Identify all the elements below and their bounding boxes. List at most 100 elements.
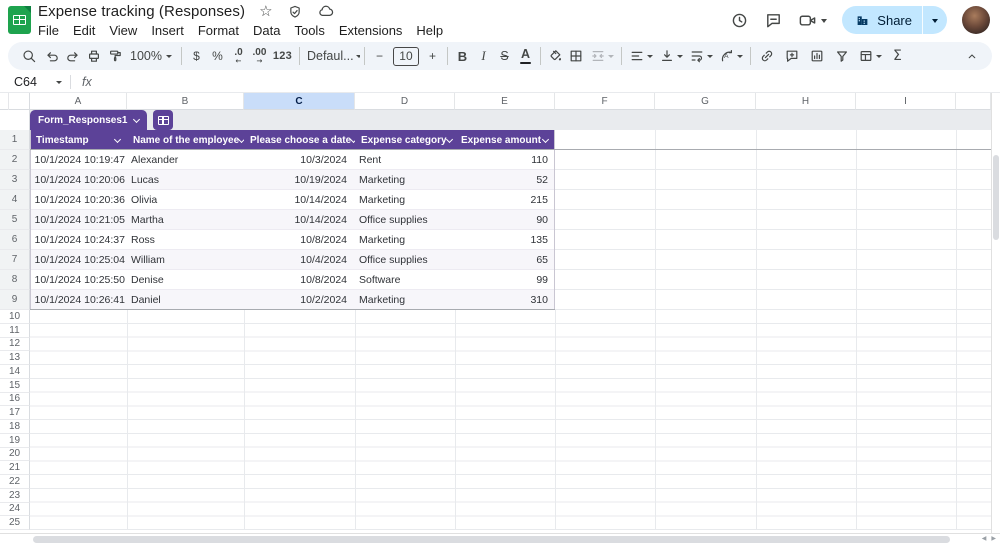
cell-name[interactable]: Denise [127, 270, 244, 289]
cell-timestamp[interactable]: 10/1/2024 10:25:50 [30, 270, 127, 289]
column-dropdown-icon[interactable] [541, 135, 550, 143]
number-format-button[interactable]: 123 [270, 44, 295, 68]
cloud-status-icon[interactable] [317, 3, 334, 20]
row-header-8[interactable]: 8 [0, 270, 30, 290]
cell-name[interactable]: Martha [127, 210, 244, 229]
share-dropdown[interactable] [923, 6, 947, 34]
menu-extensions[interactable]: Extensions [332, 23, 410, 38]
column-header-I[interactable]: I [856, 93, 956, 110]
column-header-E[interactable]: E [455, 93, 555, 110]
increase-decimal-button[interactable]: .00 → [249, 44, 270, 68]
merge-cells-icon[interactable] [587, 44, 617, 68]
cell-amount[interactable]: 110 [455, 150, 555, 169]
cell-date[interactable]: 10/14/2024 [244, 210, 355, 229]
insert-chart-icon[interactable] [805, 44, 830, 68]
increase-font-size-button[interactable]: + [422, 44, 443, 68]
cell-amount[interactable]: 135 [455, 230, 555, 249]
menu-file[interactable]: File [31, 23, 66, 38]
column-header-C[interactable]: C [244, 93, 355, 110]
cell-timestamp[interactable]: 10/1/2024 10:20:36 [30, 190, 127, 209]
cell-name[interactable]: Daniel [127, 290, 244, 309]
zoom-select[interactable]: 100% [125, 49, 177, 63]
cell-name[interactable]: Ross [127, 230, 244, 249]
font-family-select[interactable]: Defaul... [304, 49, 360, 63]
text-wrap-icon[interactable] [686, 44, 716, 68]
column-header-A[interactable]: A [30, 93, 127, 110]
row-header-25[interactable]: 25 [0, 516, 30, 530]
menu-data[interactable]: Data [246, 23, 287, 38]
cell-amount[interactable]: 215 [455, 190, 555, 209]
table-header-please-choose-a-date[interactable]: Please choose a date [244, 130, 355, 150]
row-header-21[interactable]: 21 [0, 461, 30, 475]
cell-category[interactable]: Rent [355, 150, 455, 169]
table-name-chip[interactable]: Form_Responses1 [30, 110, 148, 130]
cell-date[interactable]: 10/19/2024 [244, 170, 355, 189]
row-header-3[interactable]: 3 [0, 170, 30, 190]
cell-amount[interactable]: 52 [455, 170, 555, 189]
row-header-16[interactable]: 16 [0, 392, 30, 407]
cell-date[interactable]: 10/3/2024 [244, 150, 355, 169]
cell-category[interactable]: Marketing [355, 190, 455, 209]
cell-amount[interactable]: 310 [455, 290, 555, 309]
row-header-7[interactable]: 7 [0, 250, 30, 270]
decrease-decimal-button[interactable]: .0 ← [228, 44, 249, 68]
filter-icon[interactable] [830, 44, 855, 68]
cell-date[interactable]: 10/8/2024 [244, 270, 355, 289]
vertical-scrollbar-thumb[interactable] [993, 155, 999, 240]
vertical-scrollbar[interactable] [991, 93, 1000, 533]
decrease-font-size-button[interactable]: − [369, 44, 390, 68]
cell-category[interactable]: Office supplies [355, 210, 455, 229]
column-header-F[interactable]: F [555, 93, 655, 110]
row-header-10[interactable]: 10 [0, 310, 30, 324]
text-rotation-icon[interactable]: A [716, 44, 746, 68]
account-avatar[interactable] [962, 6, 990, 34]
column-header-G[interactable]: G [655, 93, 756, 110]
video-call-caret-icon[interactable] [821, 18, 828, 26]
paint-format-icon[interactable] [104, 44, 125, 68]
horizontal-scrollbar-thumb[interactable] [33, 536, 950, 543]
cell-category[interactable]: Marketing [355, 290, 455, 309]
insert-link-icon[interactable] [755, 44, 780, 68]
table-header-expense-amount[interactable]: Expense amount [455, 130, 555, 150]
scroll-right-icon[interactable]: ▶ [991, 535, 996, 542]
select-all-corner[interactable] [0, 93, 30, 110]
cell-category[interactable]: Marketing [355, 230, 455, 249]
comment-history-icon[interactable] [764, 11, 783, 30]
document-title[interactable]: Expense tracking (Responses) [38, 3, 245, 20]
percent-format-button[interactable]: % [207, 44, 228, 68]
menu-view[interactable]: View [102, 23, 144, 38]
share-button[interactable]: Share [842, 6, 947, 34]
row-header-6[interactable]: 6 [0, 230, 30, 250]
row-header-9[interactable]: 9 [0, 290, 30, 310]
menu-insert[interactable]: Insert [144, 23, 191, 38]
column-header-H[interactable]: H [756, 93, 856, 110]
row-header-13[interactable]: 13 [0, 351, 30, 365]
row-header-12[interactable]: 12 [0, 337, 30, 352]
cell-date[interactable]: 10/14/2024 [244, 190, 355, 209]
table-views-icon[interactable] [855, 44, 885, 68]
row-header-22[interactable]: 22 [0, 475, 30, 489]
horizontal-scrollbar[interactable]: ◀ ▶ [0, 533, 1000, 545]
row-header-15[interactable]: 15 [0, 378, 30, 393]
star-icon[interactable]: ☆ [259, 4, 272, 19]
cell-category[interactable]: Office supplies [355, 250, 455, 269]
row-header-17[interactable]: 17 [0, 406, 30, 420]
row-header-19[interactable]: 19 [0, 433, 30, 448]
redo-icon[interactable] [62, 44, 83, 68]
font-size-input[interactable]: 10 [392, 46, 419, 66]
column-dropdown-icon[interactable] [113, 135, 122, 143]
insert-comment-icon[interactable] [780, 44, 805, 68]
cell-timestamp[interactable]: 10/1/2024 10:24:37 [30, 230, 127, 249]
menu-edit[interactable]: Edit [66, 23, 102, 38]
cell-timestamp[interactable]: 10/1/2024 10:21:05 [30, 210, 127, 229]
row-header-18[interactable]: 18 [0, 420, 30, 434]
cell-date[interactable]: 10/4/2024 [244, 250, 355, 269]
table-header-timestamp[interactable]: Timestamp [30, 130, 127, 150]
menu-format[interactable]: Format [191, 23, 246, 38]
menu-tools[interactable]: Tools [287, 23, 331, 38]
row-header-2[interactable]: 2 [0, 150, 30, 170]
cell-timestamp[interactable]: 10/1/2024 10:20:06 [30, 170, 127, 189]
strikethrough-button[interactable]: S [494, 44, 515, 68]
cell-name[interactable]: Alexander [127, 150, 244, 169]
formula-input[interactable] [92, 72, 1000, 92]
